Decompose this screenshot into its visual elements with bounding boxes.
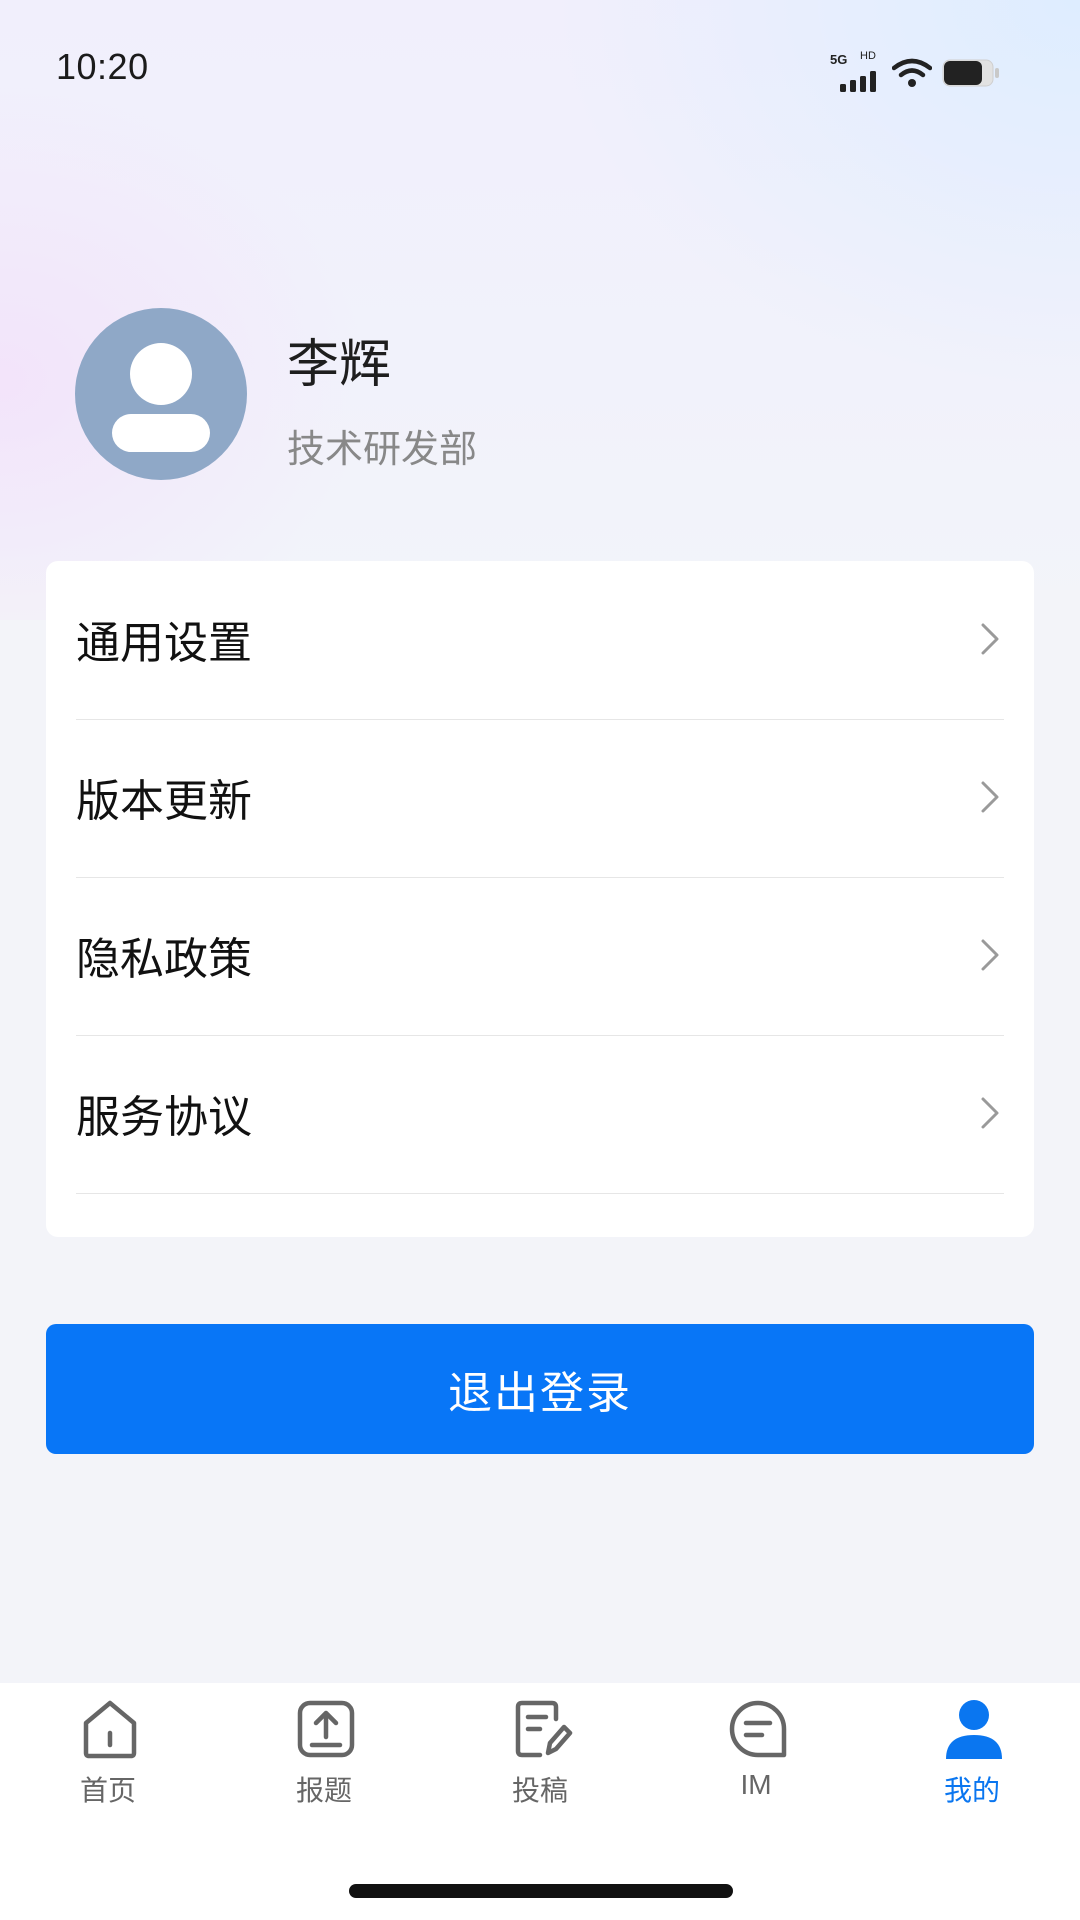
upload-icon	[297, 1700, 355, 1758]
battery-icon	[942, 59, 999, 87]
user-name: 李辉	[287, 335, 392, 395]
tab-label: 首页	[79, 1774, 136, 1807]
network-type-label: 5G	[830, 52, 848, 67]
tab-label: IM	[740, 1769, 772, 1800]
user-department: 技术研发部	[287, 427, 478, 471]
wifi-icon	[892, 58, 932, 87]
chevron-right-icon	[981, 623, 999, 655]
home-indicator[interactable]	[349, 1884, 733, 1898]
hd-label: HD	[860, 50, 876, 62]
tab-mine[interactable]: 我的	[897, 1697, 1047, 1817]
home-icon	[83, 1700, 137, 1759]
logout-button[interactable]: 退出登录	[46, 1324, 1034, 1454]
profile-section: 李辉 技术研发部	[0, 300, 1080, 490]
tab-report-topic[interactable]: 报题	[249, 1697, 399, 1817]
menu-item-version-update[interactable]: 版本更新	[76, 719, 1004, 878]
user-icon	[946, 1700, 1002, 1759]
edit-document-icon	[515, 1700, 573, 1758]
chevron-right-icon	[981, 781, 999, 813]
tab-im[interactable]: IM	[681, 1697, 831, 1817]
user-avatar-icon	[112, 343, 210, 452]
menu-item-label: 通用设置	[76, 618, 252, 669]
menu-item-label: 隐私政策	[76, 934, 252, 985]
chat-icon	[729, 1700, 787, 1758]
tab-label: 我的	[943, 1774, 1000, 1807]
menu-item-privacy-policy[interactable]: 隐私政策	[76, 877, 1004, 1036]
status-time: 10:20	[56, 46, 149, 87]
menu-item-service-agreement[interactable]: 服务协议	[76, 1035, 1004, 1194]
chevron-right-icon	[981, 939, 999, 971]
avatar[interactable]	[75, 308, 247, 480]
tab-label: 报题	[295, 1774, 352, 1807]
chevron-right-icon	[981, 1097, 999, 1129]
tab-submission[interactable]: 投稿	[465, 1697, 615, 1817]
tab-home[interactable]: 首页	[33, 1697, 183, 1817]
settings-menu-card: 通用设置 版本更新 隐私政策 服务协议	[46, 561, 1034, 1237]
menu-item-general-settings[interactable]: 通用设置	[76, 561, 1004, 720]
signal-icon	[840, 71, 876, 92]
status-icons: 5G HD	[830, 50, 1020, 94]
status-bar: 10:20 5G HD	[0, 0, 1080, 140]
tab-label: 投稿	[511, 1774, 568, 1807]
menu-item-label: 版本更新	[76, 776, 252, 827]
menu-item-label: 服务协议	[76, 1092, 252, 1143]
